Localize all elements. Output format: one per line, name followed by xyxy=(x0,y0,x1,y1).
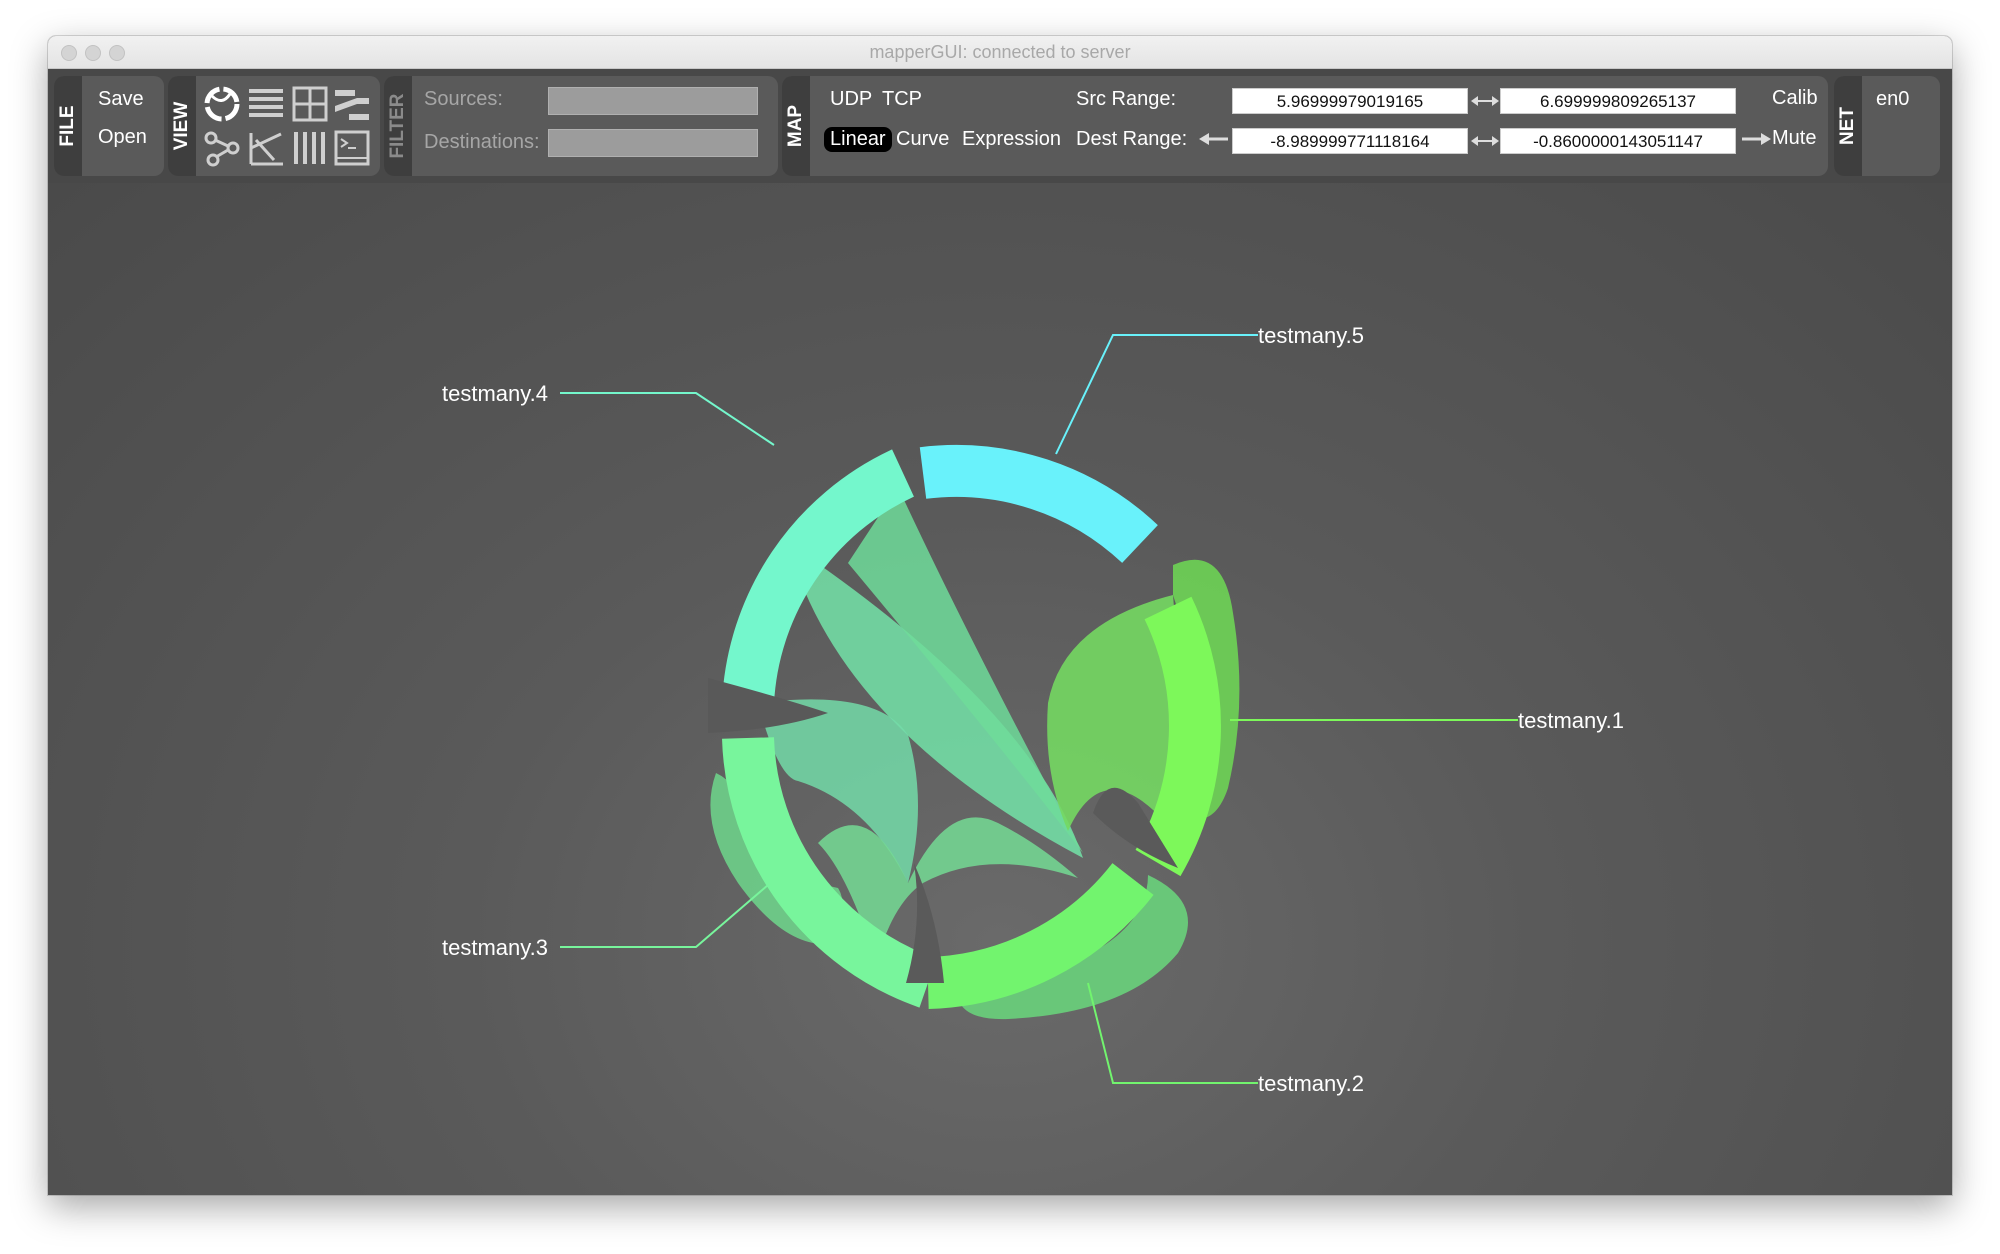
view-panel-label: VIEW xyxy=(171,101,192,151)
file-panel: FILE Save Open xyxy=(54,76,164,176)
src-max-input[interactable]: 6.699999809265137 xyxy=(1500,88,1736,114)
open-button[interactable]: Open xyxy=(98,126,147,149)
device-label-testmany-4[interactable]: testmany.4 xyxy=(442,381,548,406)
net-panel: NET en0 xyxy=(1834,76,1940,176)
title-bar: mapperGUI: connected to server xyxy=(48,36,1952,69)
dest-boundary-min-icon[interactable] xyxy=(1198,130,1230,148)
filter-panel-label: FILTER xyxy=(387,93,408,159)
leader-testmany-5 xyxy=(1055,334,1258,455)
balloon-view-icon[interactable] xyxy=(246,128,286,168)
device-arc-testmany-5[interactable] xyxy=(919,445,1158,564)
dest-range-label: Dest Range: xyxy=(1076,128,1188,150)
list-view-icon[interactable] xyxy=(246,84,286,124)
tcp-protocol-button[interactable]: TCP xyxy=(882,88,922,111)
map-panel: MAP UDP TCP Linear Curve Expression Src … xyxy=(782,76,1828,176)
curve-mode-button[interactable]: Curve xyxy=(896,128,949,151)
destinations-filter-label: Destinations: xyxy=(424,131,540,153)
destinations-filter-input[interactable] xyxy=(548,129,758,157)
parallel-view-icon[interactable] xyxy=(332,84,372,124)
map-panel-label: MAP xyxy=(785,104,806,148)
dest-min-input[interactable]: -8.989999771118164 xyxy=(1232,128,1468,154)
sources-filter-input[interactable] xyxy=(548,87,758,115)
toolbar: FILE Save Open VIEW FILTER Sources: Dest… xyxy=(48,69,1952,183)
mute-button[interactable]: Mute xyxy=(1772,127,1816,150)
save-button[interactable]: Save xyxy=(98,88,144,111)
leader-testmany-4 xyxy=(560,392,775,446)
net-panel-tab: NET xyxy=(1834,76,1862,176)
file-panel-label: FILE xyxy=(57,105,78,147)
device-label-testmany-3[interactable]: testmany.3 xyxy=(442,935,548,960)
device-label-testmany-5[interactable]: testmany.5 xyxy=(1258,323,1364,348)
device-label-testmany-1[interactable]: testmany.1 xyxy=(1518,708,1624,733)
console-view-icon[interactable] xyxy=(332,128,372,168)
chord-view-icon[interactable] xyxy=(202,84,242,124)
grid-view-icon[interactable] xyxy=(290,84,330,124)
chord-diagram[interactable]: testmany.5 testmany.4 testmany.1 testman… xyxy=(48,183,1952,1195)
chord-view-canvas[interactable]: testmany.5 testmany.4 testmany.1 testman… xyxy=(48,183,1952,1195)
map-panel-tab: MAP xyxy=(782,76,810,176)
leader-testmany-3 xyxy=(560,884,769,948)
dest-range-swap-icon[interactable] xyxy=(1470,132,1500,150)
src-range-label: Src Range: xyxy=(1076,88,1177,110)
sources-filter-label: Sources: xyxy=(424,88,503,110)
filter-panel-tab: FILTER xyxy=(384,76,412,176)
device-label-testmany-2[interactable]: testmany.2 xyxy=(1258,1071,1364,1096)
src-range-swap-icon[interactable] xyxy=(1470,92,1500,110)
graph-view-icon[interactable] xyxy=(202,128,242,168)
app-window: mapperGUI: connected to server FILE Save… xyxy=(48,36,1952,1195)
linear-mode-button[interactable]: Linear xyxy=(824,127,892,152)
src-min-input[interactable]: 5.96999979019165 xyxy=(1232,88,1468,114)
calib-button[interactable]: Calib xyxy=(1772,87,1818,110)
network-interface-item[interactable]: en0 xyxy=(1876,88,1909,111)
net-panel-label: NET xyxy=(1837,107,1858,145)
view-panel: VIEW xyxy=(168,76,380,176)
window-title: mapperGUI: connected to server xyxy=(869,42,1131,62)
filter-panel: FILTER Sources: Destinations: xyxy=(384,76,778,176)
view-panel-tab: VIEW xyxy=(168,76,196,176)
dest-boundary-max-icon[interactable] xyxy=(1740,130,1772,148)
columns-view-icon[interactable] xyxy=(290,128,330,168)
file-panel-tab: FILE xyxy=(54,76,82,176)
expression-mode-button[interactable]: Expression xyxy=(962,128,1061,151)
dest-max-input[interactable]: -0.8600000143051147 xyxy=(1500,128,1736,154)
udp-protocol-button[interactable]: UDP xyxy=(830,88,872,111)
